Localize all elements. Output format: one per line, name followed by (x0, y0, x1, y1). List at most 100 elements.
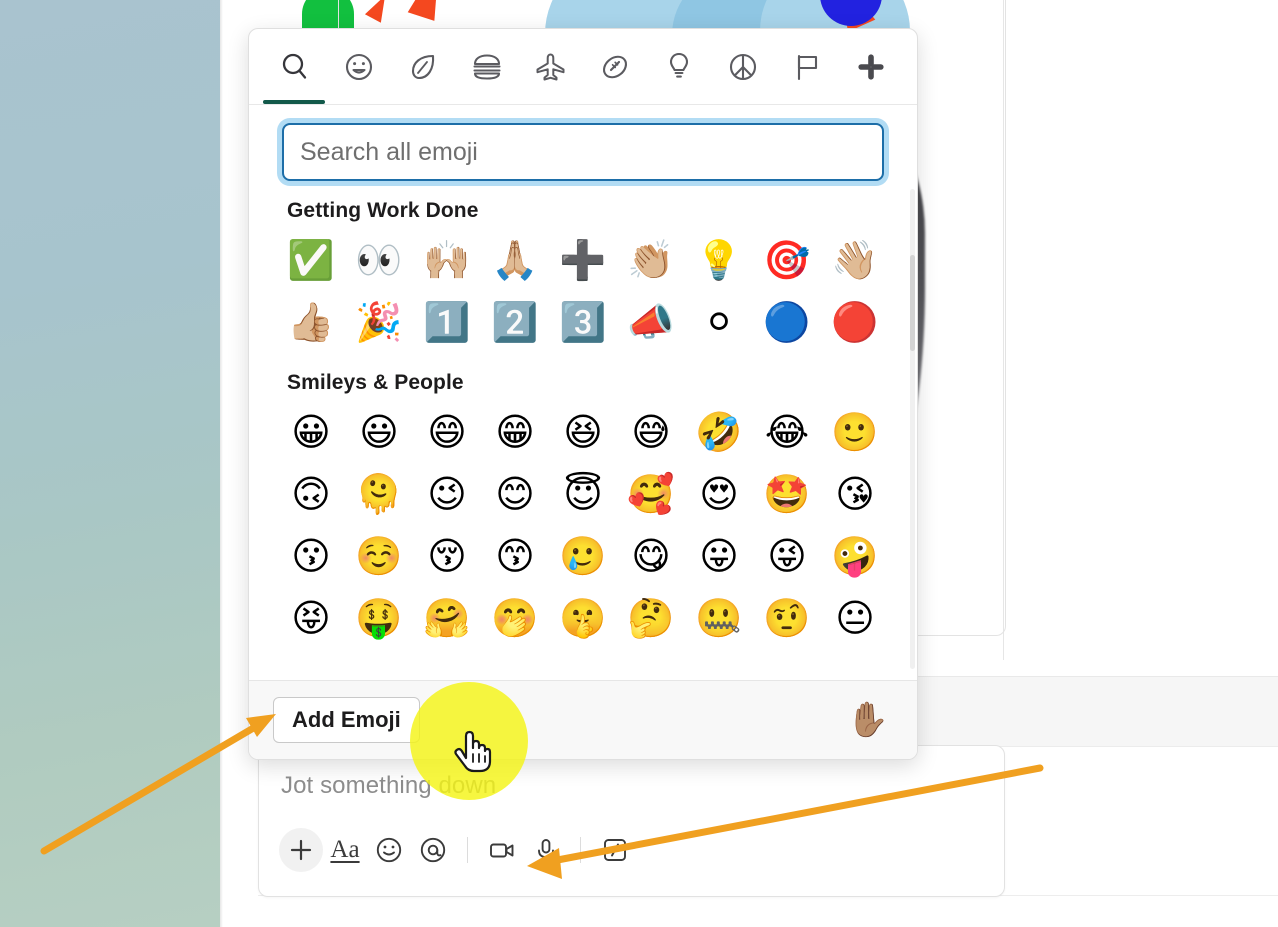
emoji-cell[interactable]: 🥲 (549, 525, 617, 587)
emoji-cell[interactable]: 👀 (345, 229, 413, 291)
section-title-smileys-people: Smileys & People (287, 371, 464, 394)
hamburger-icon (473, 53, 501, 80)
toolbar-divider-1 (467, 837, 468, 863)
peace-sign-icon (729, 53, 757, 80)
emoji-cell[interactable]: 😋 (617, 525, 685, 587)
green-dome-shape (302, 0, 354, 28)
emoji-grid-getting-work-done: ✅ 👀 🙌🏼 🙏🏼 ➕ 👏🏼 💡 🎯 👋🏼 👍🏼 🎉 1️⃣ 2️⃣ 3️⃣ 📣 ⚪ 🔵 🔴 (249, 229, 917, 353)
emoji-cell[interactable]: 🤪 (821, 525, 889, 587)
emoji-picker-body: Getting Work Done ✅👀🙌🏼🙏🏼➕👏🏼💡🎯👋🏼 👍🏼🎉1️⃣2️⃣… (249, 105, 917, 680)
add-attachment-button[interactable] (279, 828, 323, 872)
small-red-triangle-shape (364, 0, 394, 23)
emoji-cell[interactable]: 😇 (549, 463, 617, 525)
objects-tab[interactable] (647, 36, 711, 98)
skin-tone-selector[interactable]: ✋🏽 (847, 700, 889, 740)
emoji-cell[interactable]: 🤔 (617, 587, 685, 649)
mention-button[interactable] (411, 828, 455, 872)
emoji-cell[interactable]: 💡 (685, 229, 753, 291)
emoji-cell[interactable]: 2️⃣ (481, 291, 549, 353)
flags-tab[interactable] (775, 36, 839, 98)
emoji-cell[interactable]: 🤩 (753, 463, 821, 525)
emoji-cell[interactable]: 🥰 (617, 463, 685, 525)
at-mention-icon (420, 837, 446, 863)
emoji-search-wrap (249, 105, 917, 181)
emoji-cell[interactable]: ✅ (277, 229, 345, 291)
emoji-cell[interactable]: 🤐 (685, 587, 753, 649)
slack-tab[interactable] (839, 36, 903, 98)
plus-icon (290, 839, 312, 861)
emoji-cell[interactable]: 😜 (753, 525, 821, 587)
emoji-cell[interactable]: 🤣 (685, 401, 753, 463)
emoji-cell[interactable]: 🔵 (753, 291, 821, 353)
emoji-cell[interactable]: 😚 (413, 525, 481, 587)
football-icon (602, 55, 628, 78)
emoji-cell[interactable]: 📣 (617, 291, 685, 353)
formatting-button[interactable]: Aa (323, 828, 367, 872)
emoji-button[interactable] (367, 828, 411, 872)
emoji-cell[interactable]: 😍 (685, 463, 753, 525)
emoji-cell[interactable]: 🙌🏼 (413, 229, 481, 291)
travel-tab[interactable] (519, 36, 583, 98)
emoji-cell[interactable]: 👋🏼 (821, 229, 889, 291)
emoji-cell[interactable]: 😁 (481, 401, 549, 463)
smiley-face-icon (345, 53, 373, 80)
airplane-icon (536, 53, 565, 80)
emoji-cell[interactable]: 😉 (413, 463, 481, 525)
emoji-picker-panel[interactable]: Getting Work Done ✅👀🙌🏼🙏🏼➕👏🏼💡🎯👋🏼 👍🏼🎉1️⃣2️⃣… (248, 28, 918, 760)
emoji-cell[interactable]: 😂 (753, 401, 821, 463)
text-format-icon: Aa (330, 836, 360, 863)
emoji-cell[interactable]: 🤑 (345, 587, 413, 649)
nature-tab[interactable] (391, 36, 455, 98)
emoji-cell[interactable]: 🙃 (277, 463, 345, 525)
emoji-cell[interactable]: 😗 (277, 525, 345, 587)
emoji-cell[interactable]: 🤨 (753, 587, 821, 649)
emoji-cell[interactable]: ⚪ (685, 291, 753, 353)
leaf-icon (411, 54, 435, 79)
search-tab[interactable] (263, 36, 327, 98)
emoji-cell[interactable]: 😐 (821, 587, 889, 649)
screenshot-root: Jot something down Aa Search all emoji G… (0, 0, 1278, 927)
emoji-cell[interactable]: 🤭 (481, 587, 549, 649)
smiley-icon (376, 837, 402, 863)
emoji-cell[interactable]: 🤫 (549, 587, 617, 649)
emoji-cell[interactable]: ☺️ (345, 525, 413, 587)
emoji-cell[interactable]: 😅 (617, 401, 685, 463)
search-input[interactable] (282, 123, 884, 181)
symbols-tab[interactable] (711, 36, 775, 98)
emoji-cell[interactable]: 🎉 (345, 291, 413, 353)
add-emoji-button[interactable]: Add Emoji (273, 697, 420, 743)
emoji-cell[interactable]: 1️⃣ (413, 291, 481, 353)
emoji-picker-footer: Add Emoji ✋🏽 (249, 680, 917, 759)
emoji-cell[interactable]: 😝 (277, 587, 345, 649)
emoji-cell[interactable]: 🎯 (753, 229, 821, 291)
slash-command-button[interactable] (593, 828, 637, 872)
emoji-cell[interactable]: 👍🏼 (277, 291, 345, 353)
emoji-cell[interactable]: 😄 (413, 401, 481, 463)
emoji-cell[interactable]: 🙏🏼 (481, 229, 549, 291)
emoji-cell[interactable]: 🤗 (413, 587, 481, 649)
emoji-cell[interactable]: 😙 (481, 525, 549, 587)
emoji-cell[interactable]: 3️⃣ (549, 291, 617, 353)
emoji-cell[interactable]: 🔴 (821, 291, 889, 353)
emoji-cell[interactable]: 🙂 (821, 401, 889, 463)
food-tab[interactable] (455, 36, 519, 98)
toolbar-divider-2 (580, 837, 581, 863)
red-triangle-shape (407, 0, 453, 21)
emoji-cell[interactable]: 😃 (345, 401, 413, 463)
emoji-cell[interactable]: ➕ (549, 229, 617, 291)
audio-button[interactable] (524, 828, 568, 872)
activities-tab[interactable] (583, 36, 647, 98)
video-button[interactable] (480, 828, 524, 872)
emoji-cell[interactable]: 😀 (277, 401, 345, 463)
emoji-cell[interactable]: 😊 (481, 463, 549, 525)
emoji-cell[interactable]: 😘 (821, 463, 889, 525)
emoji-cell[interactable]: 🫠 (345, 463, 413, 525)
emoji-cell[interactable]: 👏🏼 (617, 229, 685, 291)
emoji-scrollbar-thumb[interactable] (910, 255, 915, 351)
emoji-grid-smileys-people: 😀 😃 😄 😁 😆 😅 🤣 😂 🙂 🙃 🫠 😉 😊 😇 🥰 😍 🤩 😘 😗 ☺️ 😚 😙 🥲 😋 😛 😜 🤪 😝 🤑 🤗 🤭 🤫 🤔 🤐 🤨 😐 (249, 401, 917, 649)
emoji-category-tabs (249, 29, 917, 105)
smileys-tab[interactable] (327, 36, 391, 98)
emoji-cell[interactable]: 😆 (549, 401, 617, 463)
message-composer[interactable]: Jot something down Aa (258, 745, 1005, 897)
emoji-cell[interactable]: 😛 (685, 525, 753, 587)
